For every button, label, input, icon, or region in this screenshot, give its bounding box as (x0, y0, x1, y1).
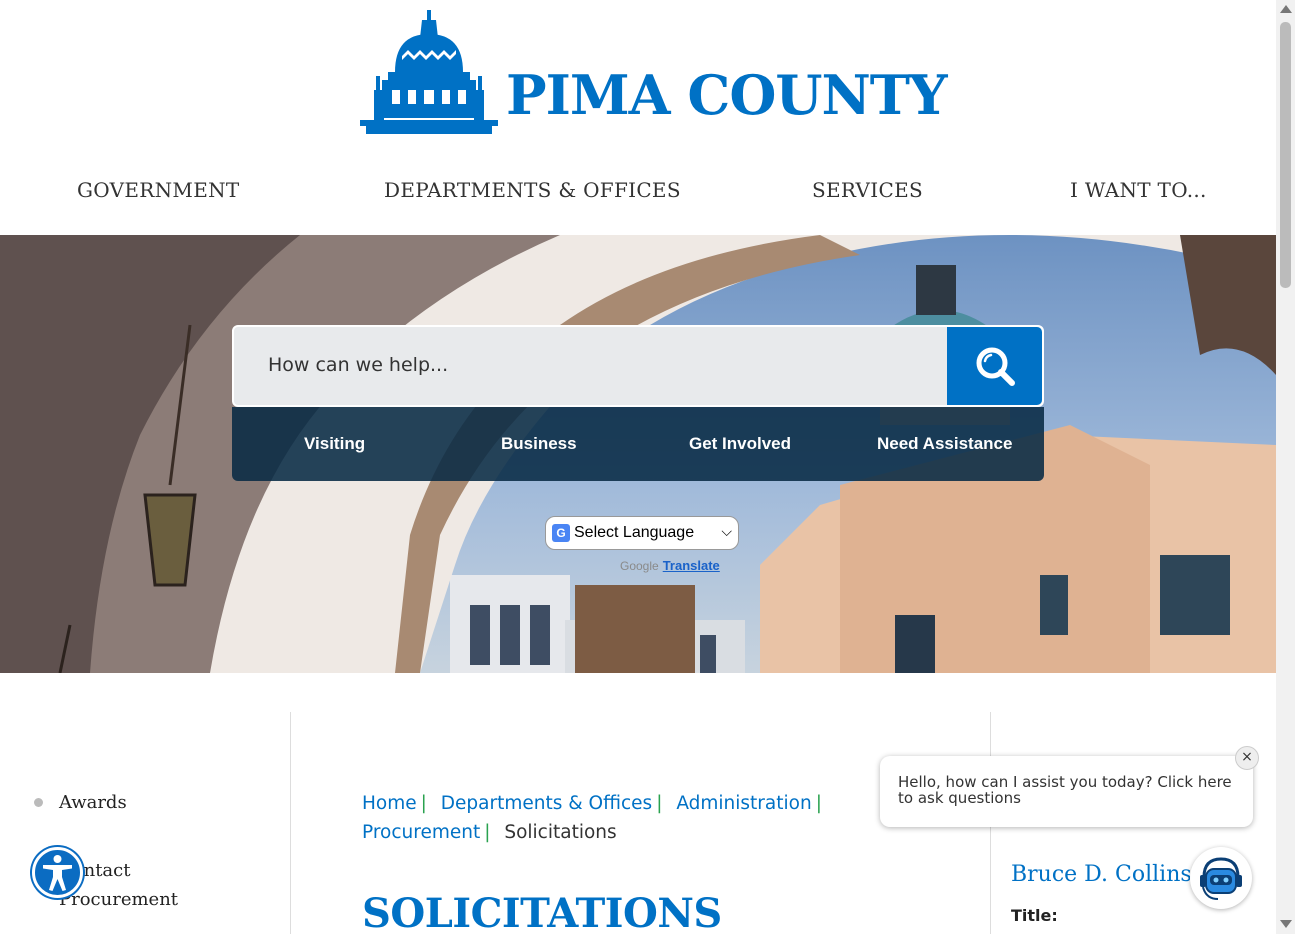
powered-by-google: Google Translate (620, 558, 720, 573)
left-column-divider (290, 712, 291, 934)
main-nav: GOVERNMENT DEPARTMENTS & OFFICES SERVICE… (0, 178, 1276, 208)
search-icon (976, 347, 1015, 386)
chevron-down-icon: ⌵ (721, 523, 732, 539)
search-input[interactable]: How can we help... (268, 354, 448, 376)
accessibility-button[interactable] (32, 847, 83, 898)
contact-title-label: Title: (1011, 906, 1058, 925)
breadcrumb-administration[interactable]: Administration (676, 793, 811, 814)
hero-banner: How can we help... Visiting Business Get… (0, 235, 1276, 673)
breadcrumb: Home | Departments & Offices | Administrat… (362, 793, 822, 843)
google-label: Google (620, 559, 659, 573)
courthouse-dome-logo-icon (360, 10, 498, 134)
sidebar-item-awards[interactable]: Awards (59, 792, 127, 813)
quick-link-get-involved[interactable]: Get Involved (689, 434, 791, 454)
quick-link-need-assistance[interactable]: Need Assistance (877, 434, 1012, 454)
scroll-down-arrow-icon[interactable] (1280, 920, 1292, 928)
breadcrumb-current: Solicitations (504, 822, 617, 843)
scroll-up-arrow-icon[interactable] (1280, 5, 1292, 13)
quick-link-business[interactable]: Business (501, 434, 577, 454)
sidebar-bullet-icon (34, 798, 43, 807)
accessibility-icon (43, 855, 72, 891)
translate-link[interactable]: Translate (663, 558, 720, 573)
quick-links-bar: Visiting Business Get Involved Need Assi… (232, 407, 1044, 481)
breadcrumb-home[interactable]: Home (362, 793, 417, 814)
nav-government[interactable]: GOVERNMENT (77, 178, 240, 202)
chatbot-button[interactable] (1190, 847, 1252, 909)
page-title: SOLICITATIONS (362, 890, 722, 934)
quick-link-visiting[interactable]: Visiting (304, 434, 365, 454)
page-scrollbar[interactable] (1276, 0, 1295, 934)
search-box[interactable]: How can we help... (232, 325, 1044, 407)
chat-greeting-bubble[interactable]: Hello, how can I assist you today? Click… (880, 756, 1253, 827)
scrollbar-thumb[interactable] (1280, 22, 1291, 288)
contact-name[interactable]: Bruce D. Collins (1011, 862, 1192, 887)
breadcrumb-procurement[interactable]: Procurement (362, 822, 480, 843)
language-select[interactable]: G Select Language ⌵ (545, 516, 739, 550)
robot-icon (1200, 857, 1242, 900)
pima-county-logo[interactable]: PIMA COUNTY (360, 10, 948, 136)
logo-text: PIMA COUNTY (506, 63, 948, 127)
nav-departments-offices[interactable]: DEPARTMENTS & OFFICES (384, 178, 681, 202)
chat-greeting-text: Hello, how can I assist you today? Click… (898, 773, 1232, 807)
nav-i-want-to[interactable]: I WANT TO... (1070, 178, 1207, 202)
breadcrumb-departments[interactable]: Departments & Offices (441, 793, 652, 814)
search-button[interactable] (947, 327, 1042, 405)
language-select-label: Select Language (574, 524, 695, 541)
google-translate-icon: G (552, 524, 570, 542)
chat-close-button[interactable]: × (1235, 746, 1259, 770)
nav-services[interactable]: SERVICES (812, 178, 923, 202)
